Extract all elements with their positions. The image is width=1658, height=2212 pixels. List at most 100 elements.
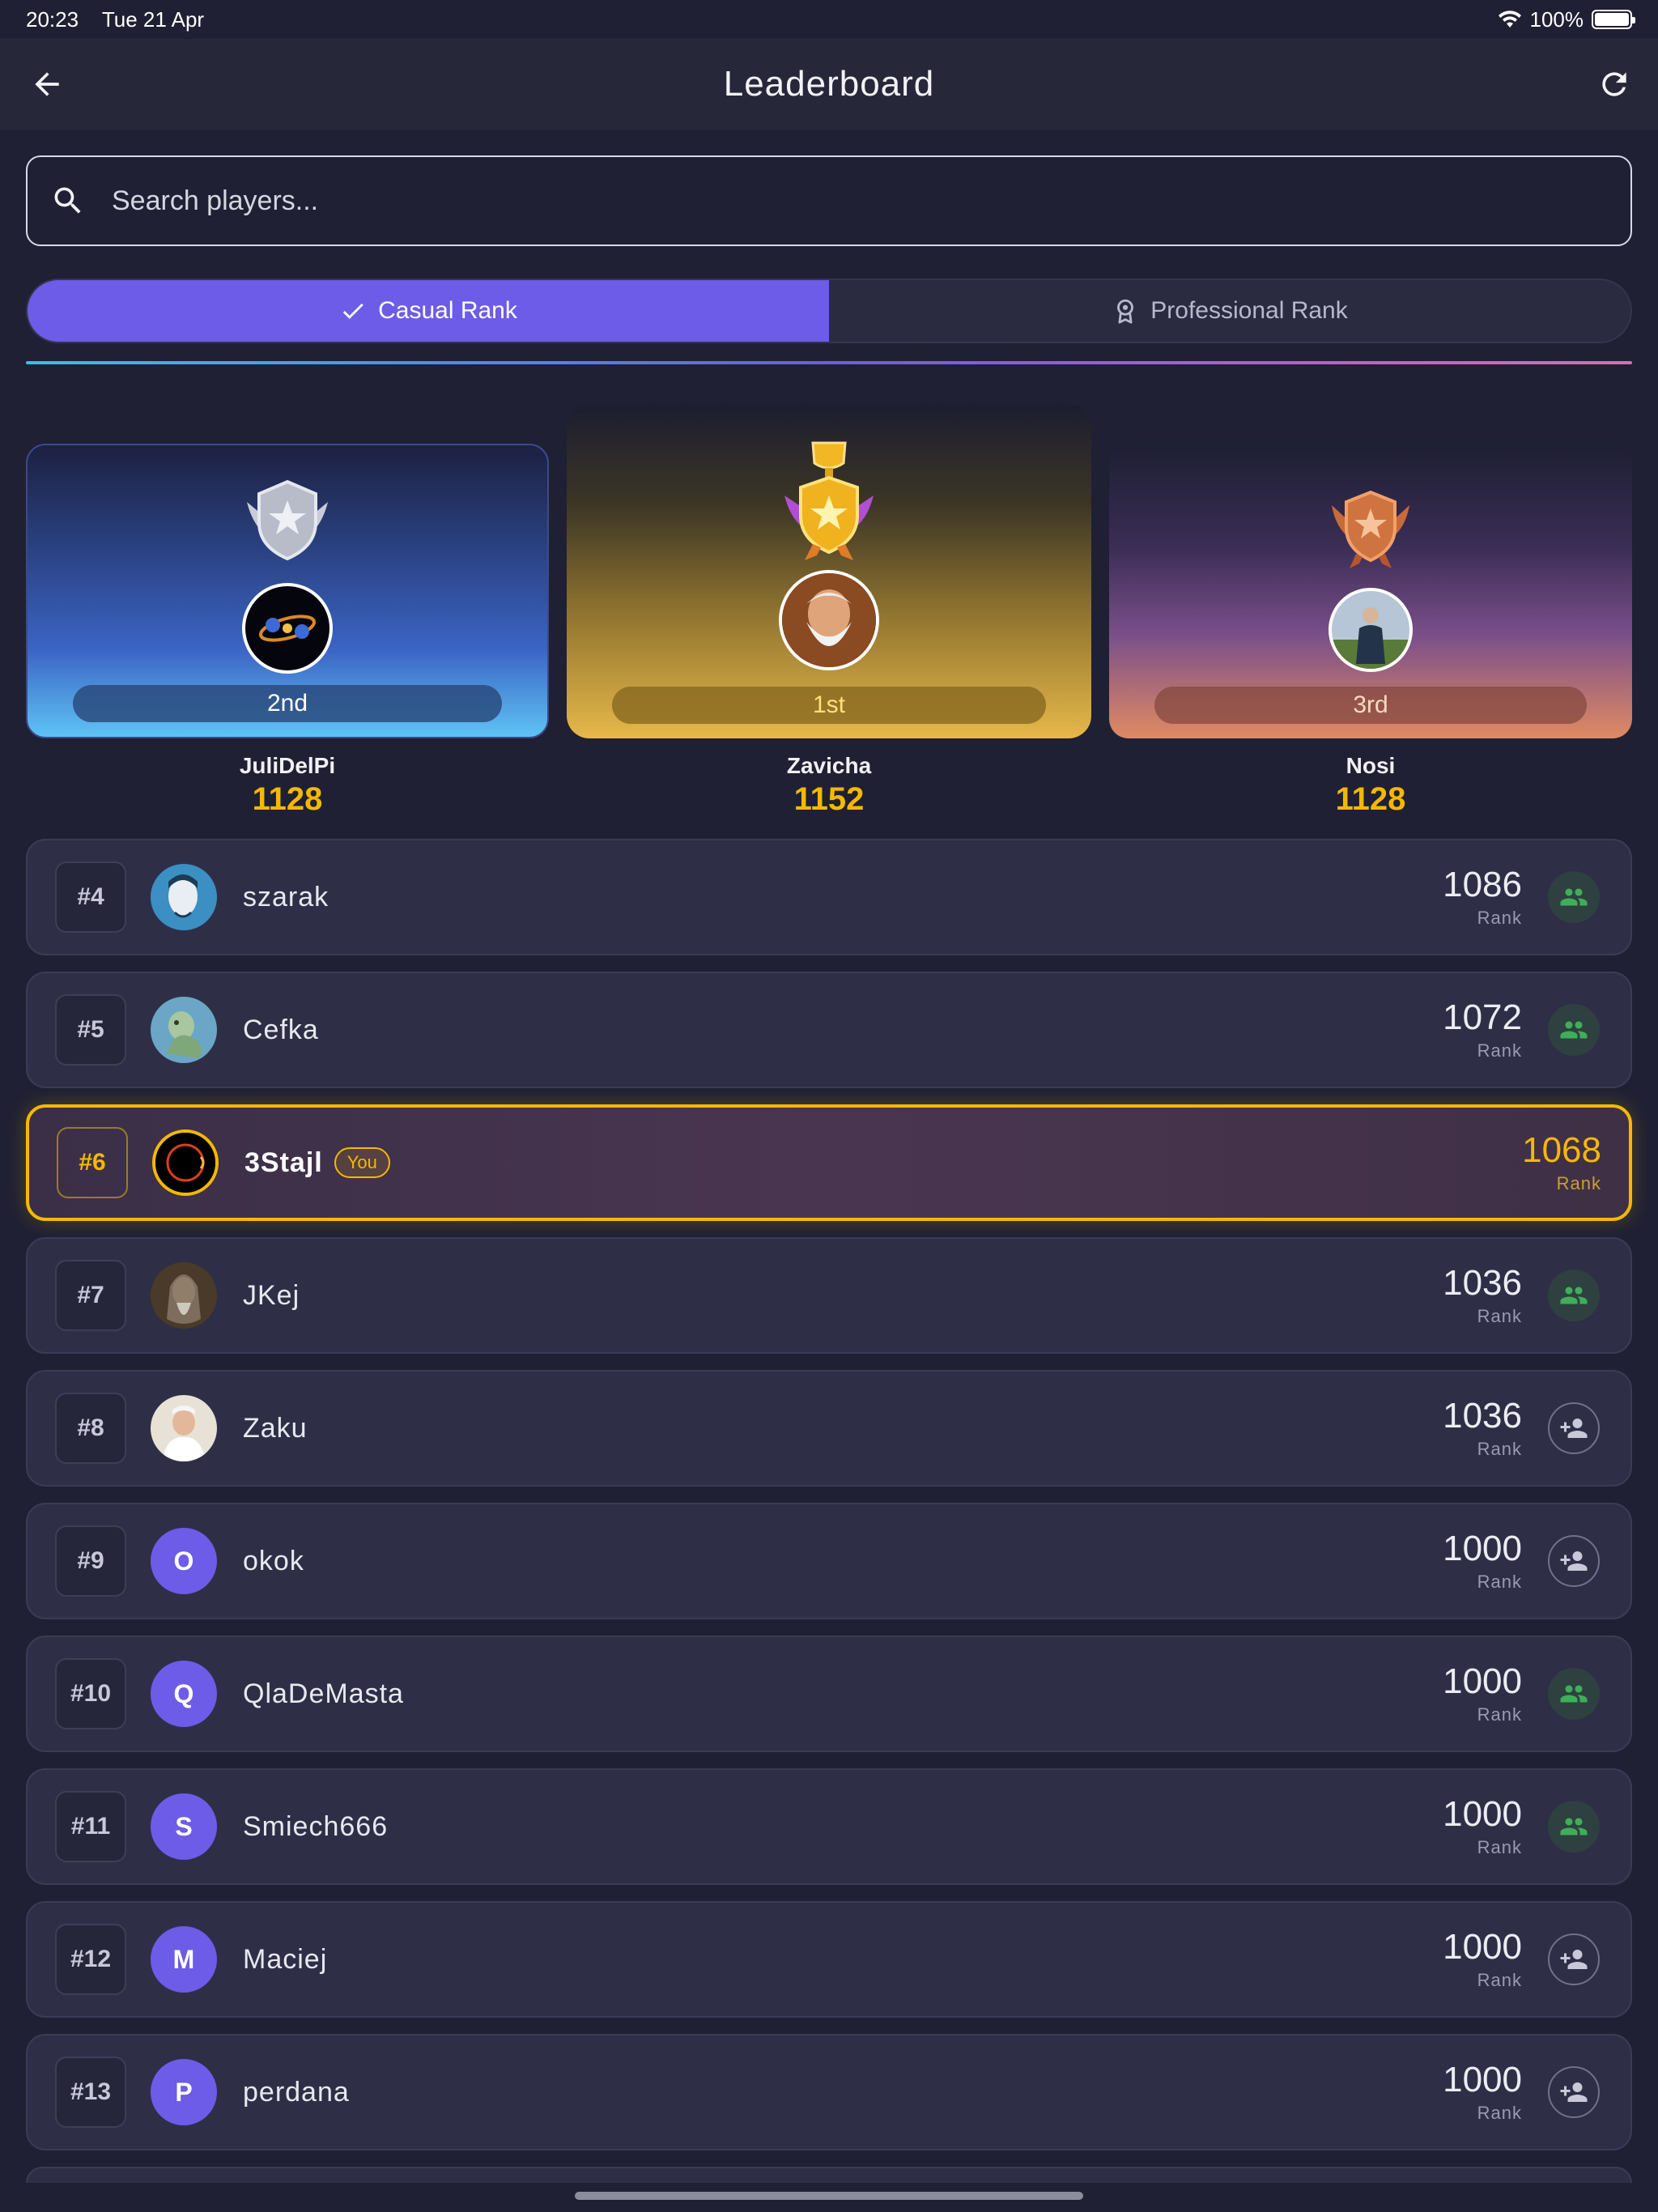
score-label: Rank: [1477, 1837, 1522, 1857]
score-value: 1000: [1443, 1529, 1522, 1568]
score-label: Rank: [1477, 2103, 1522, 2123]
add-friend-button[interactable]: [1548, 1402, 1600, 1454]
podium-name: Nosi: [1346, 753, 1396, 778]
search-bar[interactable]: [26, 155, 1632, 246]
avatar: [152, 1129, 219, 1196]
rank-badge: #11: [55, 1791, 126, 1862]
people-icon: [1560, 1021, 1588, 1039]
people-icon: [1560, 1685, 1588, 1703]
leaderboard-row[interactable]: #9 O okok 1000 Rank: [26, 1503, 1632, 1619]
leaderboard-row[interactable]: #13 P perdana 1000 Rank: [26, 2034, 1632, 2150]
score-value: 1086: [1443, 865, 1522, 904]
arrow-left-icon[interactable]: [29, 66, 65, 102]
tab-casual-rank[interactable]: Casual Rank: [28, 280, 829, 342]
battery-percent: 100%: [1529, 6, 1584, 32]
score-label: Rank: [1477, 1040, 1522, 1061]
podium-first[interactable]: 1st Zavicha 1152: [567, 405, 1091, 826]
rank-badge: #6: [57, 1127, 128, 1198]
rank-badge: #10: [55, 1658, 126, 1729]
people-icon: [1560, 1818, 1588, 1836]
player-score: 1000 Rank: [1443, 2061, 1522, 2124]
add-friend-button[interactable]: [1548, 1933, 1600, 1985]
leaderboard-row[interactable]: #7 JKej 1036 Rank: [26, 1237, 1632, 1354]
score-value: 1036: [1443, 1263, 1522, 1303]
rank-badge: #7: [55, 1260, 126, 1331]
silver-medal-icon: [247, 479, 328, 561]
player-name: szarak: [243, 881, 329, 912]
podium-second[interactable]: 2nd JuliDelPi 1128: [26, 405, 549, 826]
place-badge: 3rd: [1154, 687, 1587, 724]
player-name: 3Stajl: [244, 1146, 323, 1178]
avatar: M: [151, 1926, 217, 1993]
add-friend-button[interactable]: [1548, 2066, 1600, 2118]
battery-icon: [1592, 10, 1635, 29]
home-indicator: [575, 2192, 1083, 2200]
player-score: 1072 Rank: [1443, 998, 1522, 1061]
search-input[interactable]: [112, 185, 1488, 217]
leaderboard-row[interactable]: #10 Q QlaDeMasta 1000 Rank: [26, 1636, 1632, 1752]
player-score: 1068 Rank: [1522, 1131, 1601, 1194]
rank-badge: #13: [55, 2057, 126, 2128]
leaderboard-row[interactable]: #8 Zaku 1036 Rank: [26, 1370, 1632, 1487]
bronze-medal-icon: [1332, 490, 1409, 568]
podium-card-silver: 2nd: [26, 444, 549, 738]
score-value: 1000: [1443, 2060, 1522, 2099]
gold-trophy-icon: [784, 441, 874, 560]
podium-card-bronze: 3rd: [1109, 444, 1632, 738]
rank-badge: #12: [55, 1924, 126, 1995]
avatar: S: [151, 1793, 217, 1860]
avatar: [1329, 588, 1413, 672]
friends-button[interactable]: [1548, 1801, 1600, 1853]
avatar: [151, 864, 217, 930]
add-friend-button[interactable]: [1548, 1535, 1600, 1587]
rank-badge: #8: [55, 1393, 126, 1464]
player-score: 1086 Rank: [1443, 866, 1522, 929]
player-score: 1000 Rank: [1443, 1662, 1522, 1725]
player-score: 1000 Rank: [1443, 1795, 1522, 1858]
podium-card-gold: 1st: [567, 405, 1091, 738]
rank-badge: #4: [55, 861, 126, 933]
award-icon: [1117, 299, 1134, 324]
score-label: Rank: [1477, 1970, 1522, 1990]
check-icon: [342, 303, 363, 319]
avatar: Q: [151, 1661, 217, 1727]
leaderboard-row-current-user[interactable]: #6 3Stajl You 1068 Rank: [26, 1104, 1632, 1221]
score-value: 1000: [1443, 1661, 1522, 1701]
leaderboard-row[interactable]: #4 szarak 1086 Rank: [26, 839, 1632, 955]
score-label: Rank: [1477, 1704, 1522, 1725]
avatar: P: [151, 2059, 217, 2125]
friends-button[interactable]: [1548, 871, 1600, 923]
leaderboard-row[interactable]: #12 M Maciej 1000 Rank: [26, 1901, 1632, 2018]
score-value: 1000: [1443, 1794, 1522, 1834]
status-bar: 20:23 Tue 21 Apr 100%: [0, 0, 1658, 39]
score-label: Rank: [1477, 1439, 1522, 1459]
next-row-peek: [26, 2167, 1632, 2183]
person-add-icon: [1560, 2082, 1588, 2102]
score-value: 1036: [1443, 1396, 1522, 1436]
leaderboard-row[interactable]: #5 Cefka 1072 Rank: [26, 972, 1632, 1088]
refresh-icon[interactable]: [1596, 66, 1632, 102]
player-name: okok: [243, 1545, 304, 1576]
friends-button[interactable]: [1548, 1270, 1600, 1321]
player-name: JKej: [243, 1279, 300, 1311]
rank-tabs: Casual Rank Professional Rank: [26, 279, 1632, 343]
person-add-icon: [1560, 1950, 1588, 1969]
tab-label: Professional Rank: [1150, 297, 1348, 324]
friends-button[interactable]: [1548, 1668, 1600, 1720]
page-title: Leaderboard: [723, 64, 935, 104]
friends-button[interactable]: [1548, 1004, 1600, 1056]
tab-professional-rank[interactable]: Professional Rank: [829, 280, 1630, 342]
score-label: Rank: [1477, 1306, 1522, 1326]
player-name: perdana: [243, 2076, 350, 2108]
player-name: Cefka: [243, 1014, 319, 1045]
score-value: 1000: [1443, 1927, 1522, 1967]
rank-badge: #9: [55, 1525, 126, 1597]
person-add-icon: [1560, 1419, 1588, 1438]
tab-label: Casual Rank: [378, 297, 517, 324]
leaderboard-row[interactable]: #11 S Smiech666 1000 Rank: [26, 1768, 1632, 1885]
player-name: QlaDeMasta: [243, 1678, 404, 1709]
score-label: Rank: [1477, 908, 1522, 928]
wifi-icon: [1498, 11, 1521, 28]
score-value: 1068: [1522, 1130, 1601, 1170]
podium-third[interactable]: 3rd Nosi 1128: [1109, 405, 1632, 826]
